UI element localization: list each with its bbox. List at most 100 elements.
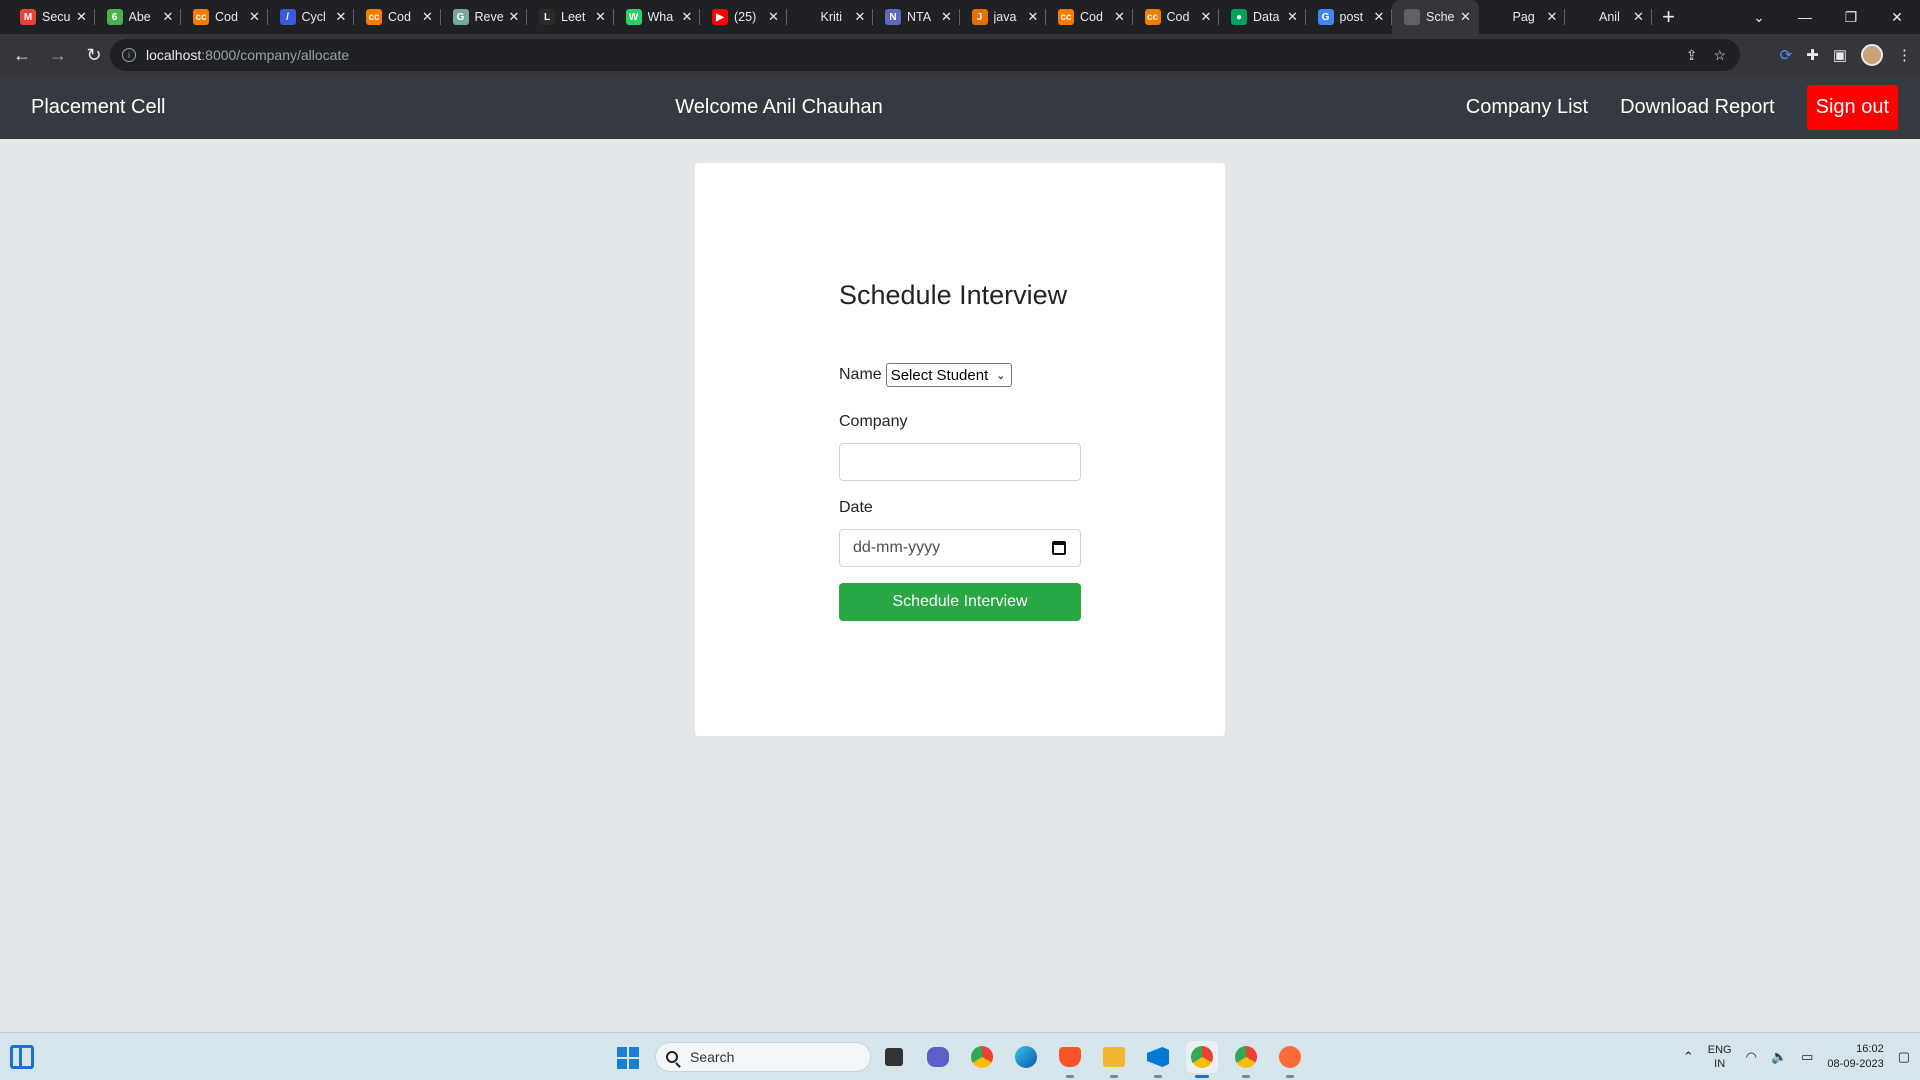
schedule-interview-button[interactable]: Schedule Interview [839,583,1081,621]
chrome-icon[interactable] [966,1041,998,1073]
tab-close-icon[interactable]: ✕ [853,9,867,25]
blank-icon [798,9,815,25]
share-icon[interactable]: ⇪ [1686,47,1698,64]
postman-icon[interactable] [1274,1041,1306,1078]
new-tab-icon[interactable]: + [1652,0,1686,34]
tab-close-icon[interactable]: ✕ [1113,9,1127,25]
toolbar-actions: ⟳ ✚ ▣ ⋮ [1780,34,1912,76]
tab-close-icon[interactable]: ✕ [680,9,694,25]
tab-close-icon[interactable]: ✕ [767,9,781,25]
browser-tab[interactable]: Gpost ✕ [1306,0,1393,34]
youtube-icon: ▶ [712,9,728,25]
vscode-icon[interactable] [1142,1041,1174,1078]
blank-icon [1490,9,1507,25]
bookmark-star-icon[interactable]: ☆ [1713,47,1726,64]
restore-icon[interactable]: ❐ [1828,9,1874,26]
codechef-icon: cc [1144,9,1161,25]
menu-kebab-icon[interactable]: ⋮ [1897,46,1912,64]
side-panel-icon[interactable]: ▣ [1833,46,1847,64]
teams-chat-icon[interactable] [922,1041,954,1073]
taskbar-search[interactable]: Search [655,1042,871,1072]
globe-icon [1404,9,1420,25]
browser-tab[interactable]: N NTA ✕ [873,0,960,34]
browser-tab[interactable]: Kriti ✕ [787,0,874,34]
tab-title: (25) [734,10,757,24]
leetcode-icon: L [539,9,555,25]
blank-icon [1577,9,1593,25]
tab-close-icon[interactable]: ✕ [594,9,608,25]
site-info-icon[interactable]: i [122,48,136,62]
tab-close-icon[interactable]: ✕ [75,9,89,25]
calendar-icon[interactable] [1052,541,1066,555]
tab-close-icon[interactable]: ✕ [1286,9,1300,25]
notifications-icon[interactable]: ▢ [1898,1049,1910,1065]
sign-out-button[interactable]: Sign out [1806,85,1898,130]
edge-icon[interactable] [1010,1041,1042,1073]
browser-tab[interactable]: 6 Abe ✕ [95,0,182,34]
tab-close-icon[interactable]: ✕ [334,9,348,25]
tab-title: Cod [1080,10,1103,24]
tab-close-icon[interactable]: ✕ [421,9,435,25]
tab-search-icon[interactable]: ⌄ [1736,9,1782,26]
volume-icon[interactable]: 🔈 [1771,1049,1787,1065]
chrome-alt-profile-icon[interactable] [1230,1041,1262,1078]
language-indicator[interactable]: ENG IN [1708,1043,1732,1071]
download-report-link[interactable]: Download Report [1620,96,1775,119]
browser-tab-strip: M Secu ✕ 6 Abe ✕ cc Cod ✕ / Cycl ✕ cc Cod ✕ G Reve ✕ L Leet… [0,0,1920,34]
browser-tab[interactable]: L Leet ✕ [527,0,614,34]
chrome-profile-icon[interactable] [1186,1041,1218,1078]
browser-tab[interactable]: ● Data ✕ [1219,0,1306,34]
back-icon[interactable]: ← [8,41,36,69]
close-window-icon[interactable]: ✕ [1874,9,1920,26]
tab-close-icon[interactable]: ✕ [1459,9,1473,25]
tab-close-icon[interactable]: ✕ [1372,9,1386,25]
sync-icon[interactable]: ⟳ [1780,46,1793,64]
minimize-icon[interactable]: — [1782,9,1828,25]
student-select[interactable]: Select Student ⌄ [885,363,1013,387]
codechef-icon: cc [193,9,209,25]
chevron-up-icon[interactable]: ⌃ [1683,1049,1694,1065]
tab-close-icon[interactable]: ✕ [1632,9,1646,25]
tab-title: NTA [907,10,932,24]
tab-title: Cod [1166,10,1190,24]
browser-tab[interactable]: G Reve ✕ [441,0,528,34]
company-input[interactable] [839,443,1081,481]
date-input[interactable]: dd-mm-yyyy [839,529,1081,567]
browser-tab[interactable]: Jjava ✕ [960,0,1047,34]
tab-title: Secu [42,10,71,24]
extensions-icon[interactable]: ✚ [1806,46,1819,64]
browser-tab[interactable]: / Cycl ✕ [268,0,355,34]
battery-icon[interactable]: ▭ [1801,1049,1813,1065]
browser-tab[interactable]: cc Cod ✕ [1133,0,1220,34]
google-icon: G [1317,9,1334,25]
widgets-icon[interactable] [10,1045,34,1069]
tab-close-icon[interactable]: ✕ [507,9,521,25]
clock[interactable]: 16:02 08-09-2023 [1827,1042,1883,1072]
address-bar[interactable]: i localhost:8000/company/allocate ⇪ ☆ [110,39,1740,71]
browser-tab[interactable]: W Wha ✕ [614,0,701,34]
browser-tab[interactable]: cc Cod ✕ [181,0,268,34]
windows-start-icon[interactable] [617,1047,639,1069]
reload-icon[interactable]: ↻ [80,41,108,69]
tab-close-icon[interactable]: ✕ [161,9,175,25]
browser-tab[interactable]: Sche ✕ [1392,0,1479,34]
tab-close-icon[interactable]: ✕ [248,9,262,25]
profile-avatar[interactable] [1861,44,1883,66]
task-view-icon[interactable] [878,1041,910,1073]
browser-tab[interactable]: M Secu ✕ [8,0,95,34]
browser-tab[interactable]: ▶ (25) ✕ [700,0,787,34]
tab-close-icon[interactable]: ✕ [1026,9,1040,25]
brave-icon[interactable] [1054,1041,1086,1078]
browser-tab[interactable]: cc Cod ✕ [1046,0,1133,34]
company-list-link[interactable]: Company List [1466,96,1588,119]
tab-close-icon[interactable]: ✕ [1545,9,1559,25]
browser-tab[interactable]: cc Cod ✕ [354,0,441,34]
browser-tab[interactable]: Anil ✕ [1565,0,1652,34]
tab-close-icon[interactable]: ✕ [1199,9,1213,25]
wifi-icon[interactable]: ◠ [1746,1049,1757,1065]
lang-code: ENG [1707,1044,1732,1056]
forward-icon[interactable]: → [44,41,72,69]
tab-close-icon[interactable]: ✕ [940,9,954,25]
browser-tab[interactable]: Pag ✕ [1479,0,1566,34]
file-explorer-icon[interactable] [1098,1041,1130,1078]
